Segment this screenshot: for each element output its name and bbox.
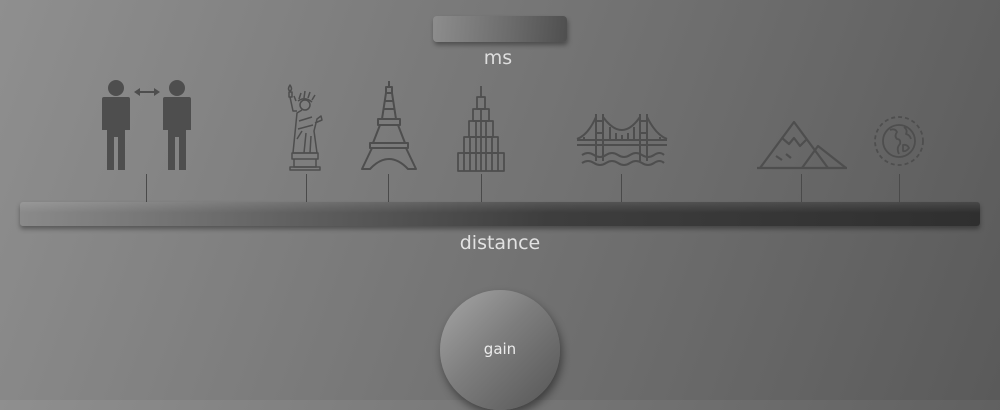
distance-tick bbox=[481, 174, 482, 202]
people-icon bbox=[98, 79, 196, 171]
globe-icon bbox=[873, 115, 925, 167]
distance-tick bbox=[146, 174, 147, 202]
ms-label: ms bbox=[483, 47, 513, 69]
distance-tick bbox=[306, 174, 307, 202]
distance-slider[interactable] bbox=[20, 202, 980, 226]
gain-label: gain bbox=[483, 340, 517, 358]
distance-label: distance bbox=[459, 232, 541, 254]
distance-tick bbox=[388, 174, 389, 202]
distance-tick bbox=[621, 174, 622, 202]
statue-of-liberty-icon bbox=[284, 81, 328, 171]
ms-slider[interactable] bbox=[433, 16, 567, 42]
distance-tick bbox=[899, 174, 900, 202]
skyscraper-icon bbox=[456, 85, 506, 172]
eiffel-tower-icon bbox=[360, 79, 418, 171]
distance-tick bbox=[801, 174, 802, 202]
mountain-icon bbox=[756, 120, 848, 172]
gain-knob[interactable]: gain bbox=[440, 290, 560, 410]
bridge-icon bbox=[576, 111, 668, 171]
